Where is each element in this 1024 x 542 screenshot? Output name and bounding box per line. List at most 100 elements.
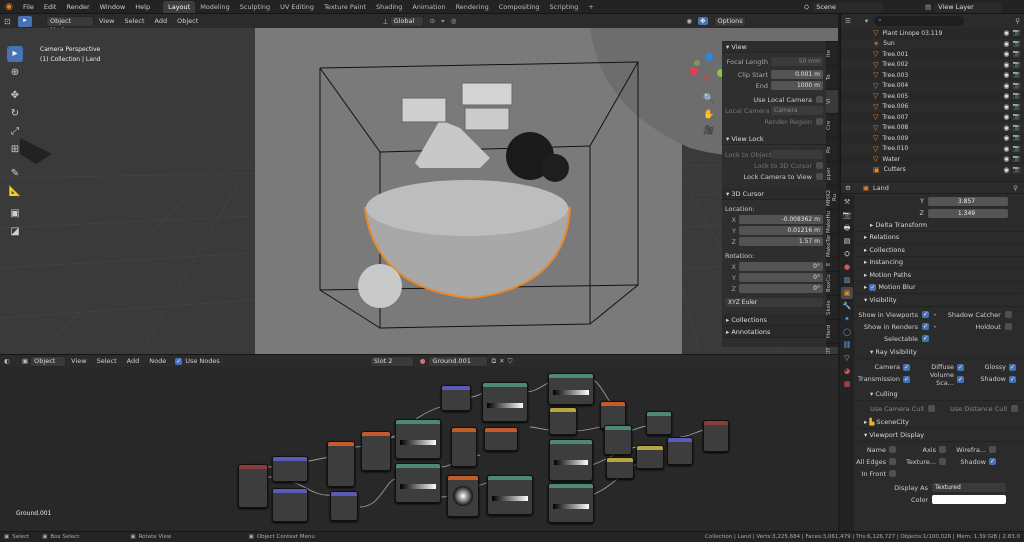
eye-icon[interactable]: ◉ xyxy=(1003,61,1009,69)
shader-node[interactable] xyxy=(272,488,308,522)
color-ramp-node[interactable] xyxy=(482,382,528,422)
outliner-item[interactable]: ▽ Tree.001 ◉ 📷 xyxy=(841,49,1024,60)
outliner-item[interactable]: ☀ Sun ◉ 📷 xyxy=(841,38,1024,49)
physics-tab-icon[interactable]: ◯ xyxy=(841,326,853,338)
outliner-item[interactable]: ▽ Tree.004 ◉ 📷 xyxy=(841,80,1024,91)
zoom-icon[interactable]: 🔍 xyxy=(703,94,714,104)
display-as-dropdown[interactable]: Textured xyxy=(932,483,1006,492)
sidebar-tab-pper[interactable]: pper xyxy=(826,161,838,185)
render-region-checkbox[interactable] xyxy=(816,118,823,125)
ray-glossy-checkbox[interactable] xyxy=(1009,363,1016,371)
lock-camera-checkbox[interactable] xyxy=(816,173,823,180)
menu-file[interactable]: File xyxy=(18,0,39,14)
show-in-viewports-checkbox[interactable] xyxy=(922,311,929,318)
color-ramp-node[interactable] xyxy=(487,475,533,515)
shader-node[interactable] xyxy=(330,491,358,521)
material-sphere-icon[interactable]: ● xyxy=(420,357,426,365)
camera-cull-checkbox[interactable] xyxy=(928,405,935,412)
ray-transmission-checkbox[interactable] xyxy=(903,375,910,383)
select-tool-icon[interactable]: ▸ xyxy=(7,46,23,62)
collection-tab-icon[interactable]: ▨ xyxy=(841,274,853,286)
use-nodes-checkbox[interactable] xyxy=(175,357,183,365)
annotations-section-header[interactable]: ▸ Annotations xyxy=(722,326,826,338)
cursor-z-field[interactable]: 1.57 m xyxy=(739,237,823,246)
rot-z-field[interactable]: 0° xyxy=(739,284,823,293)
clip-start-field[interactable]: 0.001 m xyxy=(771,70,823,79)
cursor-y-field[interactable]: 0.01216 m xyxy=(739,226,823,235)
properties-type-icon[interactable]: ⚙ xyxy=(845,184,851,192)
tab-animation[interactable]: Animation xyxy=(407,1,450,13)
eye-icon[interactable]: ◉ xyxy=(1003,40,1009,48)
tab-sculpting[interactable]: Sculpting xyxy=(235,1,275,13)
scenecity-section[interactable]: ▸ ▙ SceneCity xyxy=(856,417,1022,429)
use-local-camera-checkbox[interactable] xyxy=(816,96,823,103)
vp-menu-view[interactable]: View xyxy=(94,14,119,28)
color-ramp-node[interactable] xyxy=(548,483,594,523)
view-layer-field[interactable]: View Layer xyxy=(934,1,1003,13)
vd-shadow-checkbox[interactable] xyxy=(989,458,996,465)
view-lock-header[interactable]: ▾ View Lock xyxy=(722,133,826,145)
tool-tab-icon[interactable]: ⚒ xyxy=(841,196,853,208)
render-camera-icon[interactable]: 📷 xyxy=(1013,40,1020,48)
blender-logo-icon[interactable]: ◉ xyxy=(0,2,18,12)
sidebar-tab-e[interactable]: E xyxy=(826,257,838,271)
rotate-tool-icon[interactable]: ↻ xyxy=(7,106,23,122)
render-camera-icon[interactable]: 📷 xyxy=(1013,134,1020,142)
view-layer-tab-icon[interactable]: ▤ xyxy=(841,235,853,247)
node-menu-node[interactable]: Node xyxy=(144,354,171,368)
selectable-checkbox[interactable] xyxy=(922,335,929,342)
unlink-material-icon[interactable]: ✕ xyxy=(499,357,504,365)
shader-node[interactable] xyxy=(667,437,693,465)
shader-node[interactable] xyxy=(361,431,391,471)
output-tab-icon[interactable]: 🖶 xyxy=(841,222,853,234)
sidebar-tab-maketarget[interactable]: MakeTar xyxy=(826,233,838,257)
outliner-item[interactable]: ▽ Tree.008 ◉ 📷 xyxy=(841,122,1024,133)
color-ramp-node[interactable] xyxy=(395,463,441,503)
eye-icon[interactable]: ◉ xyxy=(1003,166,1009,174)
holdout-checkbox[interactable] xyxy=(1004,323,1012,330)
node-menu-add[interactable]: Add xyxy=(122,354,145,368)
view-section-header[interactable]: ▾ View xyxy=(722,41,826,53)
motion-blur-checkbox[interactable] xyxy=(869,283,877,291)
render-tab-icon[interactable]: 📷 xyxy=(841,209,853,221)
cursor-x-field[interactable]: -0.008362 m xyxy=(739,215,823,224)
shader-type-dropdown[interactable]: Object xyxy=(30,355,67,367)
shader-node[interactable] xyxy=(549,407,577,435)
scene-tab-icon[interactable]: ⛭ xyxy=(841,248,853,260)
tab-layout[interactable]: Layout xyxy=(163,1,196,13)
tab-modeling[interactable]: Modeling xyxy=(195,1,235,13)
eye-icon[interactable]: ◉ xyxy=(1003,145,1009,153)
snap-icon[interactable]: ⌖ xyxy=(441,17,445,26)
shader-node[interactable] xyxy=(484,427,518,451)
menu-edit[interactable]: Edit xyxy=(39,0,62,14)
render-camera-icon[interactable]: 📷 xyxy=(1013,61,1020,69)
proportional-edit-icon[interactable]: ◎ xyxy=(451,17,457,25)
object-tab-icon[interactable]: ▣ xyxy=(841,287,853,299)
render-camera-icon[interactable]: 📷 xyxy=(1013,82,1020,90)
outliner-search-field[interactable]: ⌕ xyxy=(874,16,965,26)
3d-viewport[interactable]: Camera Perspective (1) Collection | Land… xyxy=(0,28,838,354)
mode-dropdown[interactable]: Object Mode xyxy=(46,15,94,34)
pivot-icon[interactable]: ⊙ xyxy=(430,17,435,25)
eye-icon[interactable]: ◉ xyxy=(1003,124,1009,132)
ray-diffuse-checkbox[interactable] xyxy=(957,363,964,371)
motion-paths-section[interactable]: ▸ Motion Paths xyxy=(856,269,1022,282)
viewport-display-section[interactable]: ▾ Viewport Display xyxy=(856,429,1022,442)
color-ramp-node[interactable] xyxy=(548,373,594,405)
vd-wireframe-checkbox[interactable] xyxy=(989,446,996,453)
vp-menu-select[interactable]: Select xyxy=(119,14,149,28)
rot-y-field[interactable]: 0° xyxy=(739,273,823,282)
visibility-section[interactable]: ▾ Visibility xyxy=(856,294,1022,307)
render-camera-icon[interactable]: 📷 xyxy=(1013,71,1020,79)
scene-selector[interactable]: ⛭ Scene xyxy=(804,1,885,13)
instancing-section[interactable]: ▸ Instancing xyxy=(856,257,1022,269)
tab-texture-paint[interactable]: Texture Paint xyxy=(319,1,371,13)
visibility-icon[interactable]: ◉ xyxy=(686,17,692,25)
shader-node[interactable] xyxy=(604,425,632,455)
tab-compositing[interactable]: Compositing xyxy=(494,1,545,13)
rot-x-field[interactable]: 0° xyxy=(739,262,823,271)
editor-type-icon[interactable]: ⊡ xyxy=(4,17,18,26)
sidebar-tab-item[interactable]: Ite xyxy=(826,41,838,65)
eye-icon[interactable]: ◉ xyxy=(1003,92,1009,100)
eye-icon[interactable]: ◉ xyxy=(1003,82,1009,90)
